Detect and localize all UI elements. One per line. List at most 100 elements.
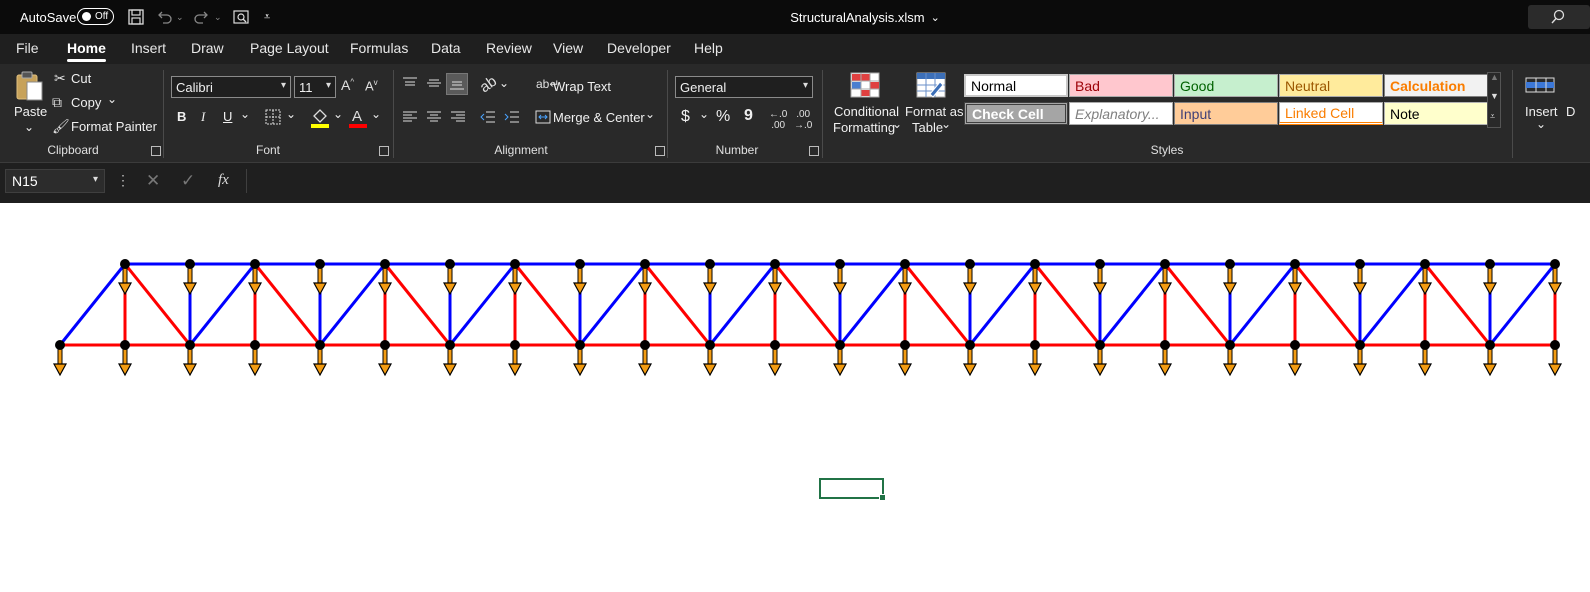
fill-color-dropdown-icon[interactable]: ⌄ <box>333 107 343 121</box>
delete-cells-partial[interactable]: D <box>1566 104 1575 119</box>
borders-icon[interactable] <box>265 109 281 125</box>
conditional-formatting-label-2[interactable]: Formatting <box>833 120 895 135</box>
decrease-indent-icon[interactable] <box>480 110 496 124</box>
style-neutral[interactable]: Neutral <box>1279 74 1383 97</box>
enter-icon[interactable]: ✓ <box>181 171 195 191</box>
cut-icon[interactable]: ✂ <box>54 70 66 87</box>
borders-dropdown-icon[interactable]: ⌄ <box>286 107 296 121</box>
align-bottom-button[interactable] <box>446 73 468 95</box>
orientation-dropdown-icon[interactable]: ⌄ <box>499 76 509 90</box>
font-color-icon[interactable]: A <box>348 106 368 128</box>
number-format-select[interactable]: General ▾ <box>675 76 813 98</box>
tab-page-layout[interactable]: Page Layout <box>250 40 329 56</box>
copy-dropdown-icon[interactable]: ⌄ <box>107 92 117 106</box>
increase-indent-icon[interactable] <box>504 110 520 124</box>
bold-button[interactable]: B <box>177 109 186 124</box>
decrease-font-icon[interactable]: Av <box>365 78 378 93</box>
format-painter-label[interactable]: Format Painter <box>71 119 157 134</box>
tab-file[interactable]: File <box>16 40 39 56</box>
style-bad[interactable]: Bad <box>1069 74 1173 97</box>
tab-help[interactable]: Help <box>694 40 723 56</box>
format-as-table-label-2[interactable]: Table <box>912 120 943 135</box>
style-explanatory[interactable]: Explanatory... <box>1069 102 1173 125</box>
align-top-icon[interactable] <box>402 76 418 90</box>
tab-insert[interactable]: Insert <box>131 40 166 56</box>
copy-label[interactable]: Copy <box>71 95 101 110</box>
tab-developer[interactable]: Developer <box>607 40 671 56</box>
merge-center-label[interactable]: Merge & Center <box>553 110 645 125</box>
merge-dropdown-icon[interactable]: ⌄ <box>645 107 655 121</box>
tab-view[interactable]: View <box>553 40 583 56</box>
format-painter-icon[interactable]: 🖌 <box>52 118 70 135</box>
font-size-select[interactable]: 11 ▾ <box>294 76 336 98</box>
increase-decimal-icon[interactable]: ←.0.00 <box>769 109 787 131</box>
conditional-formatting-dropdown-icon[interactable]: ⌄ <box>892 117 902 131</box>
align-right-icon[interactable] <box>450 110 466 124</box>
more-options-icon[interactable]: ⋮ <box>116 172 130 189</box>
file-title[interactable]: StructuralAnalysis.xlsm ⌄ <box>700 0 1030 34</box>
fill-color-icon[interactable] <box>310 106 330 128</box>
style-linked-cell[interactable]: Linked Cell <box>1279 102 1383 125</box>
print-preview-icon[interactable] <box>232 8 250 26</box>
decrease-decimal-icon[interactable]: .00 →.0 <box>794 109 812 131</box>
tab-review[interactable]: Review <box>486 40 532 56</box>
style-normal[interactable]: Normal <box>964 74 1068 97</box>
wrap-text-label[interactable]: Wrap Text <box>553 79 611 94</box>
font-launcher-icon[interactable] <box>379 146 389 156</box>
insert-function-icon[interactable]: fx <box>218 172 229 189</box>
tab-draw[interactable]: Draw <box>191 40 224 56</box>
underline-dropdown-icon[interactable]: ⌄ <box>240 107 250 121</box>
tab-data[interactable]: Data <box>431 40 461 56</box>
format-as-table-icon[interactable] <box>916 72 946 98</box>
style-note[interactable]: Note <box>1384 102 1488 125</box>
paste-dropdown-icon[interactable]: ⌄ <box>24 120 34 134</box>
redo-dropdown-icon[interactable]: ⌄ <box>214 0 222 34</box>
style-calculation[interactable]: Calculation <box>1384 74 1488 97</box>
conditional-formatting-label[interactable]: Conditional <box>834 104 899 119</box>
search-button[interactable] <box>1528 5 1590 29</box>
copy-icon[interactable]: ⧉ <box>52 94 62 111</box>
formula-input[interactable] <box>246 169 1590 193</box>
currency-button[interactable]: $ <box>681 108 690 126</box>
cancel-icon[interactable]: ✕ <box>146 171 160 191</box>
scroll-down-icon[interactable]: ▼ <box>1490 91 1499 101</box>
orientation-icon[interactable]: ab <box>477 73 500 96</box>
align-middle-icon[interactable] <box>426 76 442 90</box>
alignment-launcher-icon[interactable] <box>655 146 665 156</box>
style-check-cell[interactable]: Check Cell <box>964 102 1068 125</box>
underline-button[interactable]: U <box>223 109 232 124</box>
font-name-select[interactable]: Calibri ▾ <box>171 76 291 98</box>
conditional-formatting-icon[interactable] <box>850 72 880 98</box>
align-left-icon[interactable] <box>402 110 418 124</box>
percent-button[interactable]: % <box>716 108 730 126</box>
undo-dropdown-icon[interactable]: ⌄ <box>176 0 184 34</box>
font-color-dropdown-icon[interactable]: ⌄ <box>371 107 381 121</box>
undo-icon[interactable] <box>155 8 173 26</box>
merge-center-icon[interactable] <box>535 110 551 124</box>
customize-toolbar-icon[interactable]: ⩡ <box>264 0 270 34</box>
save-icon[interactable] <box>127 8 145 26</box>
format-as-table-label[interactable]: Format as <box>905 104 964 119</box>
insert-cells-icon[interactable] <box>1524 72 1556 98</box>
comma-button[interactable]: 9 <box>744 107 753 125</box>
gallery-more-icon[interactable]: ⩡ <box>1490 111 1495 122</box>
paste-icon[interactable] <box>14 70 44 102</box>
insert-dropdown-icon[interactable]: ⌄ <box>1536 117 1546 131</box>
styles-gallery-scroll[interactable]: ▲ ▼ ⩡ <box>1487 72 1501 128</box>
cut-label[interactable]: Cut <box>71 71 91 86</box>
align-center-icon[interactable] <box>426 110 442 124</box>
clipboard-launcher-icon[interactable] <box>151 146 161 156</box>
tab-home[interactable]: Home <box>67 40 106 62</box>
name-box[interactable]: N15 ▾ <box>5 169 105 193</box>
worksheet-canvas[interactable] <box>0 203 1590 592</box>
paste-label[interactable]: Paste <box>14 104 47 119</box>
style-good[interactable]: Good <box>1174 74 1278 97</box>
style-input[interactable]: Input <box>1174 102 1278 125</box>
redo-icon[interactable] <box>193 8 211 26</box>
number-launcher-icon[interactable] <box>809 146 819 156</box>
increase-font-icon[interactable]: A^ <box>341 77 354 93</box>
tab-formulas[interactable]: Formulas <box>350 40 408 56</box>
format-as-table-dropdown-icon[interactable]: ⌄ <box>941 117 951 131</box>
fill-handle[interactable] <box>879 494 886 501</box>
currency-dropdown-icon[interactable]: ⌄ <box>699 107 709 121</box>
